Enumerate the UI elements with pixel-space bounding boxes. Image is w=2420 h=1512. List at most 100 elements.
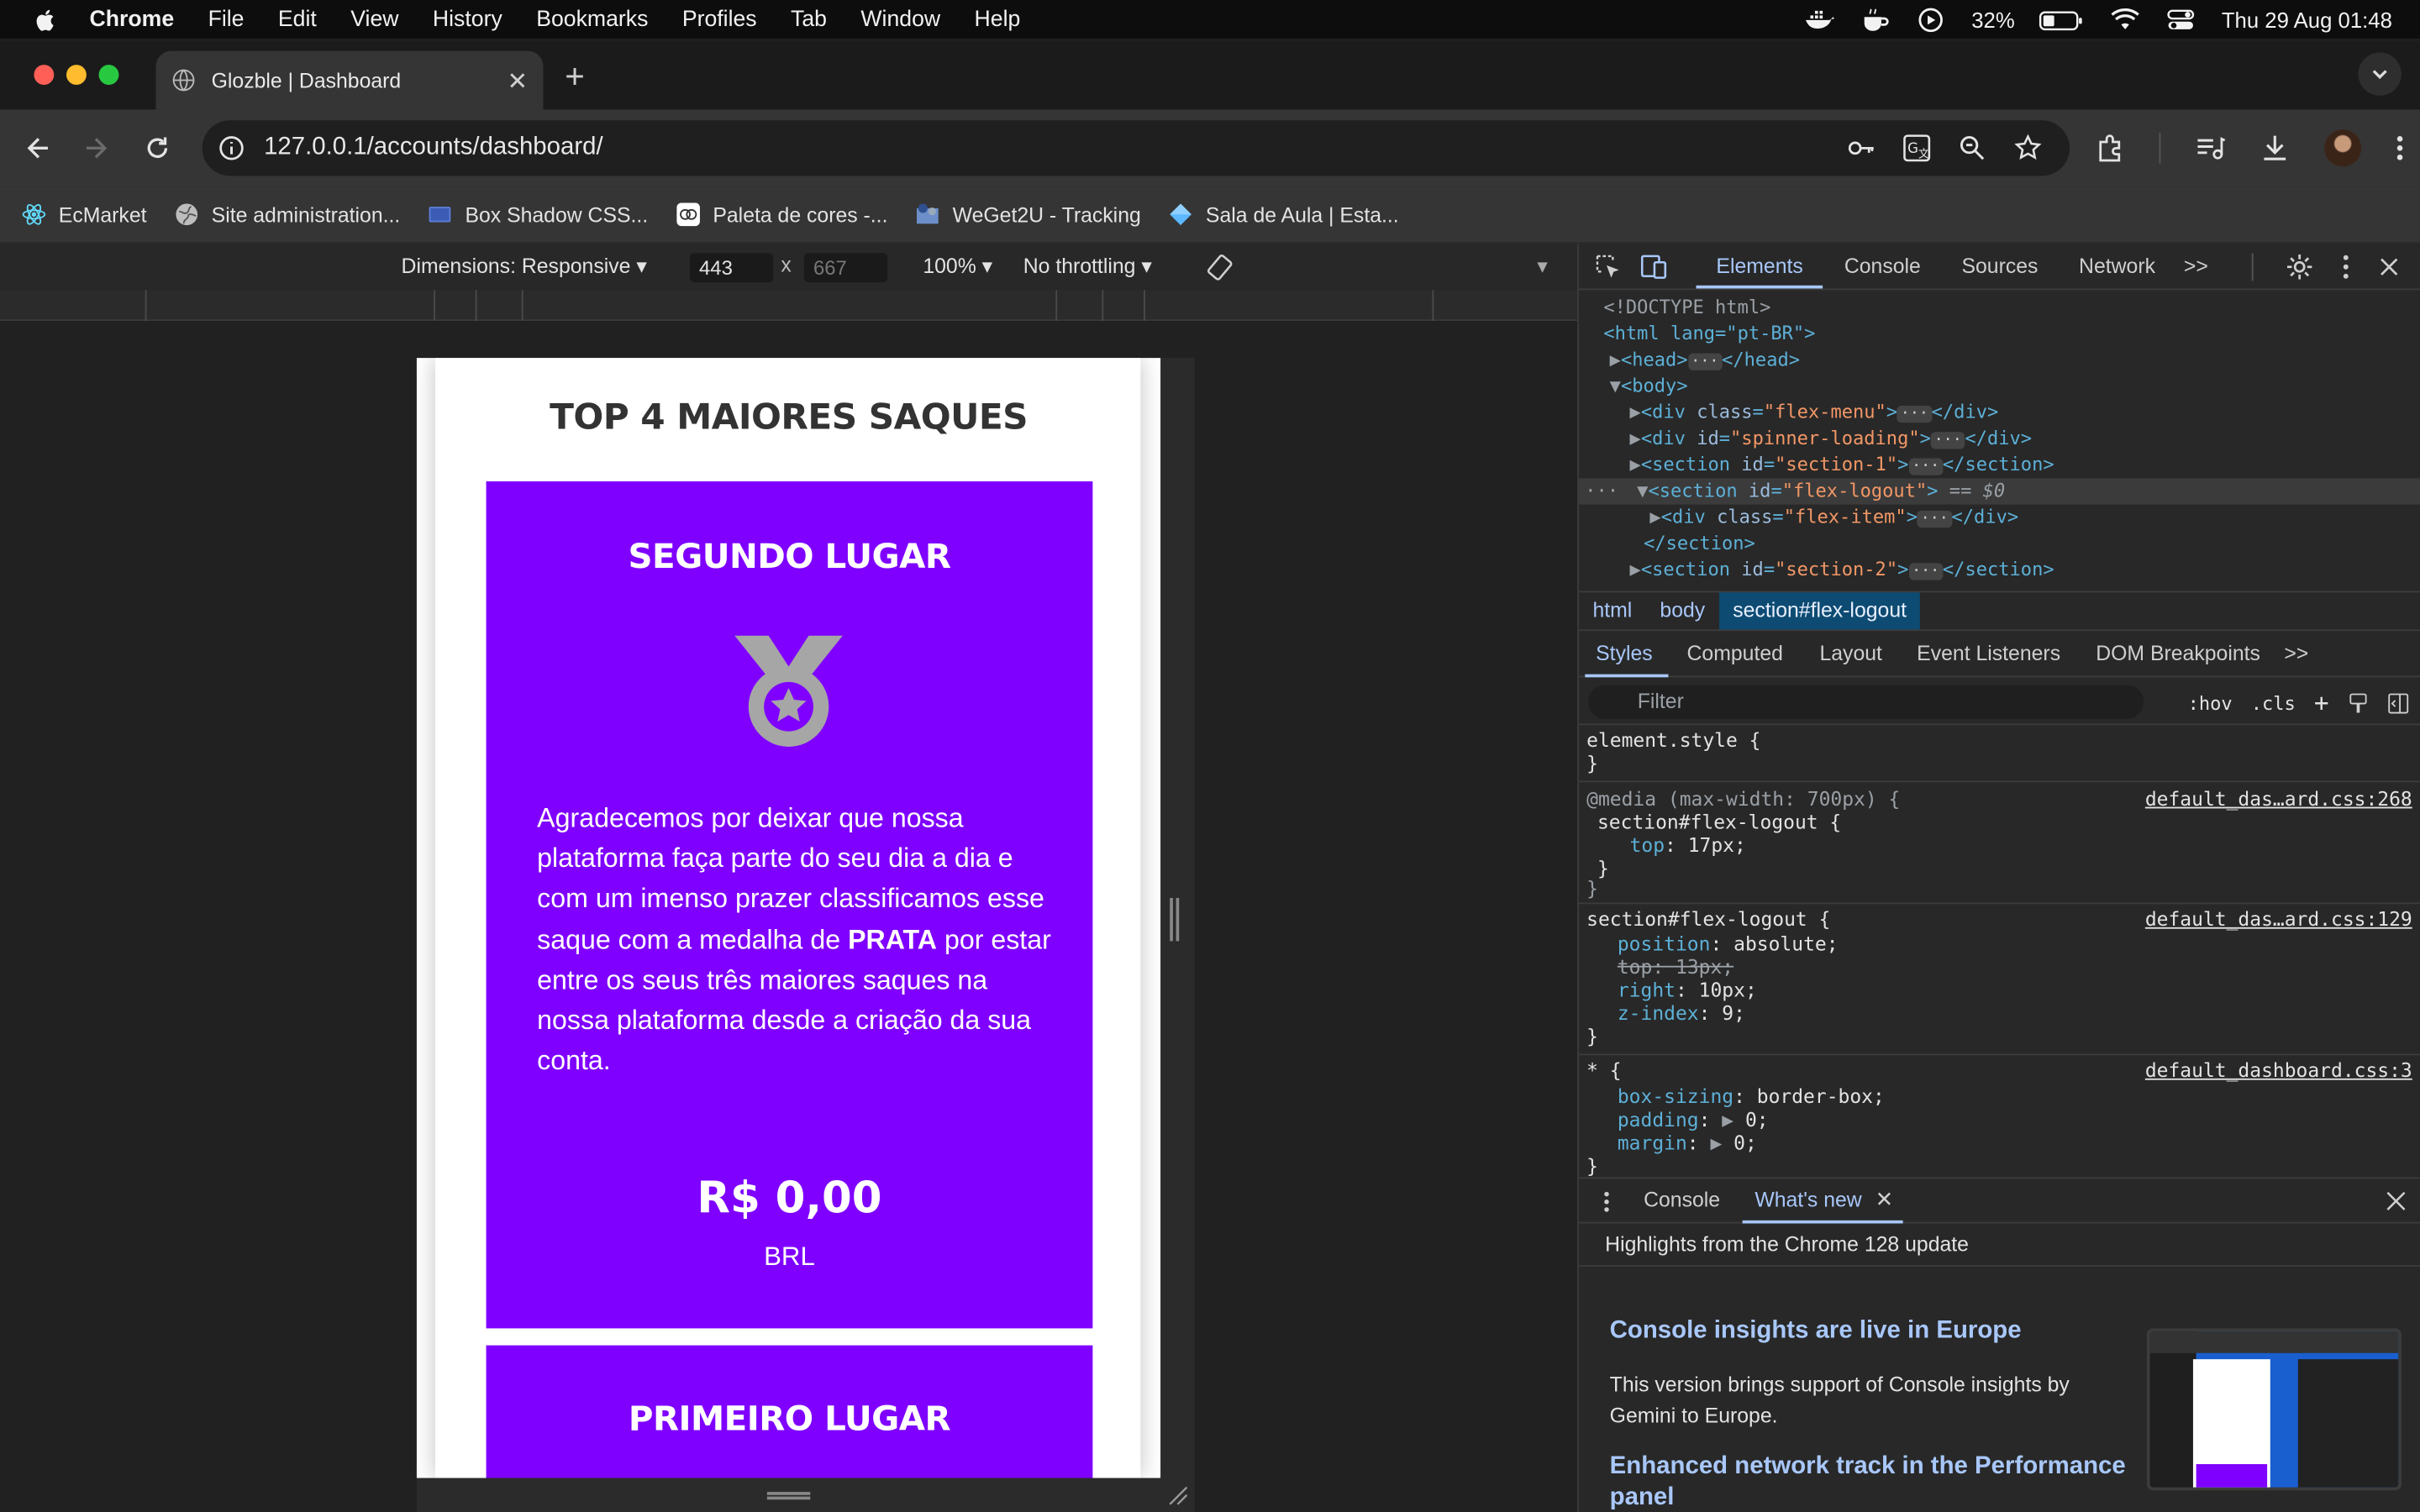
zoom-icon[interactable] [1959, 134, 1986, 162]
menu-window[interactable]: Window [860, 7, 940, 31]
viewport-bottom-resize-area[interactable] [416, 1478, 1195, 1512]
rule2-selector[interactable]: section#flex-logout { [1586, 907, 1830, 931]
breadcrumb-section[interactable]: section#flex-logout [1718, 592, 1921, 630]
close-window-button[interactable] [34, 65, 55, 86]
more-subtabs-icon[interactable]: >> [2284, 642, 2308, 665]
dom-div-flex-menu[interactable]: ▶<div class="flex-menu"> ··· </div> [1579, 400, 2420, 426]
emulated-page[interactable]: TOP 4 MAIORES SAQUES SEGUNDO LUGAR Agrad… [416, 358, 1161, 1478]
tab-network[interactable]: Network [2079, 255, 2155, 278]
drawer-tab-whats-new[interactable]: What's new [1754, 1188, 1861, 1211]
tab-event-listeners[interactable]: Event Listeners [1917, 642, 2060, 665]
drawer-tab-console[interactable]: Console [1644, 1188, 1720, 1211]
rule1-selector[interactable]: section#flex-logout { [1597, 810, 1841, 833]
rule1-declaration[interactable]: top: 17px; [1630, 833, 1746, 857]
download-icon[interactable] [2260, 133, 2291, 164]
url-text[interactable]: 127.0.0.1/accounts/dashboard/ [264, 134, 603, 162]
media-query-ruler[interactable] [0, 290, 1578, 322]
bottom-resize-handle[interactable] [766, 1492, 811, 1500]
bookmark-site-administration[interactable]: Site administration... [175, 202, 401, 227]
right-resize-handle[interactable] [1170, 897, 1180, 942]
dimensions-dropdown[interactable]: Dimensions: Responsive ▾ [402, 255, 647, 279]
control-center-icon[interactable] [2166, 7, 2197, 31]
toggle-sidebar-icon[interactable] [2387, 692, 2409, 714]
tab-dom-breakpoints[interactable]: DOM Breakpoints [2096, 642, 2260, 665]
rule2-declaration-top-overridden[interactable]: top: 13px; [1618, 955, 1733, 979]
menu-view[interactable]: View [350, 7, 398, 31]
new-rule-icon[interactable]: + [2314, 688, 2329, 717]
dom-body[interactable]: ▼<body> [1579, 373, 2420, 399]
paint-brush-icon[interactable] [2348, 692, 2370, 714]
extensions-icon[interactable] [2094, 133, 2125, 164]
profile-avatar[interactable] [2324, 129, 2362, 167]
menu-app-name[interactable]: Chrome [90, 7, 175, 31]
rule2-declaration-zindex[interactable]: z-index: 9; [1618, 1001, 1745, 1025]
rule2-source-link[interactable]: default_das…ard.css:129 [2145, 907, 2412, 931]
dom-doctype[interactable]: <!DOCTYPE html> [1579, 295, 2420, 321]
close-tab-icon[interactable]: ✕ [508, 66, 529, 97]
close-whats-new-icon[interactable]: ✕ [1876, 1186, 1894, 1212]
dom-section-flex-logout[interactable]: ··· ▼<section id="flex-logout"> == $0 [1578, 478, 2420, 505]
menu-history[interactable]: History [433, 7, 502, 31]
rule1-source-link[interactable]: default_das…ard.css:268 [2145, 787, 2412, 811]
throttling-dropdown[interactable]: No throttling ▾ [1023, 255, 1152, 279]
close-devtools-icon[interactable] [2378, 256, 2400, 278]
bookmark-sala-de-aula[interactable]: Sala de Aula | Esta... [1169, 202, 1399, 227]
tab-computed[interactable]: Computed [1687, 642, 1783, 665]
dom-div-spinner[interactable]: ▶<div id="spinner-loading"> ··· </div> [1579, 426, 2420, 452]
tab-elements[interactable]: Elements [1716, 255, 1802, 278]
more-tabs-icon[interactable]: >> [2184, 255, 2208, 278]
inspect-element-icon[interactable] [1594, 253, 1622, 281]
rule2-declaration-right[interactable]: right: 10px; [1618, 978, 1757, 1001]
whats-new-heading-2[interactable]: Enhanced network track in the Performanc… [1610, 1452, 2134, 1512]
battery-icon[interactable] [2039, 7, 2086, 31]
rotate-icon[interactable] [1204, 251, 1235, 282]
menu-tab[interactable]: Tab [791, 7, 827, 31]
device-toolbar-more-icon[interactable]: ▾ [1537, 255, 1547, 279]
dom-section-1[interactable]: ▶<section id="section-1"> ··· </section> [1579, 452, 2420, 478]
rule3-source-link[interactable]: default_dashboard.css:3 [2145, 1058, 2412, 1082]
tab-console[interactable]: Console [1844, 255, 1921, 278]
dom-section-close[interactable]: </section> [1579, 531, 2420, 557]
reload-icon[interactable] [142, 133, 173, 164]
bookmark-ecmarket[interactable]: EcMarket [22, 202, 147, 227]
settings-gear-icon[interactable] [2286, 253, 2313, 281]
cls-toggle[interactable]: .cls [2251, 692, 2296, 714]
menu-edit[interactable]: Edit [278, 7, 317, 31]
dom-head[interactable]: ▶<head> ··· </head> [1579, 347, 2420, 373]
wifi-icon[interactable] [2111, 7, 2142, 31]
docker-icon[interactable] [1805, 7, 1836, 31]
dom-section-2[interactable]: ▶<section id="section-2"> ··· </section> [1579, 557, 2420, 583]
styles-filter-input[interactable]: Filter [1587, 685, 2144, 719]
bookmark-star-icon[interactable] [2014, 134, 2042, 162]
address-bar[interactable]: 127.0.0.1/accounts/dashboard/ G文 [202, 120, 2070, 176]
zoom-dropdown[interactable]: 100% ▾ [923, 255, 992, 279]
drawer-menu-icon[interactable] [1602, 1189, 1611, 1214]
play-circle-icon[interactable] [1916, 7, 1947, 32]
width-input[interactable]: 443 [690, 253, 774, 283]
height-input[interactable]: 667 [803, 253, 888, 283]
tab-sources[interactable]: Sources [1961, 255, 2038, 278]
menu-file[interactable]: File [208, 7, 245, 31]
coffee-icon[interactable] [1860, 7, 1891, 31]
whats-new-heading-1[interactable]: Console insights are live in Europe [1610, 1318, 2022, 1346]
close-drawer-icon[interactable] [2386, 1191, 2407, 1211]
bookmark-paleta-de-cores[interactable]: Paleta de cores -... [676, 202, 887, 227]
apple-icon[interactable] [34, 7, 58, 31]
maximize-window-button[interactable] [98, 65, 119, 86]
breadcrumb-body[interactable]: body [1646, 592, 1719, 629]
dom-div-flex-item[interactable]: ▶<div class="flex-item"> ··· </div> [1579, 505, 2420, 531]
device-toggle-icon[interactable] [1640, 253, 1668, 281]
breadcrumb-html[interactable]: html [1579, 592, 1646, 629]
corner-resize-icon[interactable] [1167, 1484, 1189, 1506]
rule3-declaration-padding[interactable]: padding: ▶ 0; [1618, 1108, 1769, 1131]
bookmark-weget2u[interactable]: WeGet2U - Tracking [916, 202, 1141, 227]
tab-layout[interactable]: Layout [1819, 642, 1881, 665]
menu-help[interactable]: Help [975, 7, 1021, 31]
site-info-icon[interactable] [218, 134, 245, 162]
back-icon[interactable] [24, 133, 55, 164]
whats-new-video-thumbnail[interactable] [2146, 1328, 2402, 1491]
element-style-selector[interactable]: element.style { [1586, 728, 1760, 752]
devtools-menu-icon[interactable] [2341, 253, 2350, 281]
menu-profiles[interactable]: Profiles [682, 7, 757, 31]
menubar-datetime[interactable]: Thu 29 Aug 01:48 [2222, 7, 2392, 31]
